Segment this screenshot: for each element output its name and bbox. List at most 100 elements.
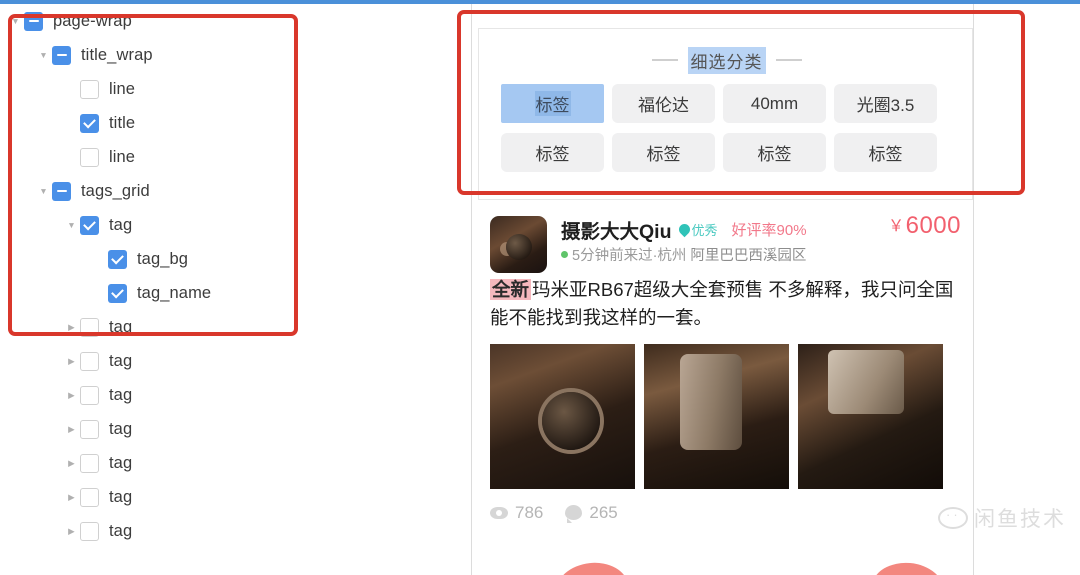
node-checkbox[interactable] [108, 249, 127, 269]
rating-text: 好评率90% [731, 221, 807, 239]
node-label: tags_grid [81, 181, 150, 200]
status-badge-label: 优秀 [691, 222, 718, 238]
tag-card: 细选分类 标签 福伦达 40mm 光圈3.5 标签 标签 标签 标签 [478, 28, 973, 200]
tag-chip[interactable]: 标签 [612, 133, 715, 172]
node-label: tag [109, 317, 133, 336]
watermark: 闲鱼技术 [938, 503, 1066, 533]
node-checkbox[interactable] [80, 419, 99, 439]
node-label: tag [109, 385, 133, 404]
node-label: line [109, 79, 136, 98]
tag-card-title: 细选分类 [687, 46, 766, 74]
chevron-down-icon[interactable] [62, 208, 80, 242]
activity-meta-row: 5分钟前来过·杭州 阿里巴巴西溪园区 [561, 244, 806, 265]
location-text: 阿里巴巴西溪园区 [690, 248, 807, 264]
tree-node-tag[interactable]: tag [0, 480, 470, 514]
photo-gallery[interactable] [478, 343, 973, 489]
tree-node-tag[interactable]: tag [0, 344, 470, 378]
chat-bubble-icon [938, 507, 968, 529]
chevron-right-icon[interactable] [62, 446, 80, 480]
chevron-right-icon[interactable] [62, 344, 80, 378]
chevron-down-icon[interactable] [6, 4, 24, 38]
node-checkbox[interactable] [80, 487, 99, 507]
post-text: 玛米亚RB67超级大全套预售 不多解释，我只问全国能不能找到我这样的一套。 [490, 279, 954, 328]
tree-node-tag[interactable]: tag [0, 378, 470, 412]
tag-chip[interactable]: 标签 [723, 133, 826, 172]
tree-node-title[interactable]: title [0, 106, 470, 140]
node-checkbox[interactable] [80, 113, 99, 133]
node-checkbox[interactable] [80, 215, 99, 235]
node-label: tag [109, 521, 133, 540]
node-checkbox[interactable] [52, 181, 71, 201]
panel-divider-left [471, 4, 472, 575]
post-text-block: 全新 玛米亚RB67超级大全套预售 不多解释，我只问全国能不能找到我这样的一套。 [478, 276, 973, 332]
twisty-placeholder [62, 140, 80, 174]
tag-chip[interactable]: 标签 [501, 84, 604, 123]
node-checkbox[interactable] [80, 521, 99, 541]
chevron-right-icon[interactable] [62, 480, 80, 514]
chevron-right-icon[interactable] [62, 310, 80, 344]
chevron-down-icon[interactable] [34, 174, 52, 208]
photo-thumbnail[interactable] [490, 343, 635, 489]
feed-item: 摄影大大Qiu 优秀 好评率90% ￥6000 5分钟前来过·杭州 阿里巴巴西溪… [478, 212, 973, 523]
title-dash-left [651, 59, 678, 61]
tree-node-tag[interactable]: tag [0, 446, 470, 480]
node-checkbox[interactable] [24, 11, 43, 31]
tree-node-tag[interactable]: tag [0, 208, 470, 242]
tree-node-tag[interactable]: tag [0, 514, 470, 548]
twisty-placeholder [62, 72, 80, 106]
twisty-placeholder [90, 242, 108, 276]
node-checkbox[interactable] [80, 79, 99, 99]
tree-node-tags_grid[interactable]: tags_grid [0, 174, 470, 208]
node-label: title_wrap [81, 45, 153, 64]
user-name[interactable]: 摄影大大Qiu [561, 215, 672, 244]
node-label: line [109, 147, 136, 166]
tree-node-page-wrap[interactable]: page-wrap [0, 4, 470, 38]
status-badge: 优秀 [676, 220, 718, 239]
layer-tree-list[interactable]: page-wrap title_wrapline title line tags_gri… [0, 4, 470, 548]
node-checkbox[interactable] [52, 45, 71, 65]
chevron-right-icon[interactable] [62, 378, 80, 412]
tree-node-tag[interactable]: tag [0, 310, 470, 344]
avatar[interactable] [490, 216, 547, 273]
stats-row: 786 265 [478, 503, 973, 523]
views-count: 786 [515, 502, 544, 522]
price-value: 6000 [905, 212, 961, 239]
tag-chip[interactable]: 标签 [834, 133, 937, 172]
photo-thumbnail[interactable] [798, 343, 943, 489]
tag-chip-label: 标签 [757, 145, 792, 164]
tag-grid[interactable]: 标签 福伦达 40mm 光圈3.5 标签 标签 标签 标签 [501, 84, 953, 172]
node-checkbox[interactable] [108, 283, 127, 303]
tree-node-line[interactable]: line [0, 140, 470, 174]
tree-node-tag_bg[interactable]: tag_bg [0, 242, 470, 276]
tag-chip[interactable]: 福伦达 [612, 84, 715, 123]
tree-node-tag[interactable]: tag [0, 412, 470, 446]
tag-chip-label: 40mm [750, 93, 799, 113]
tag-card-title-row: 细选分类 [479, 45, 974, 75]
node-checkbox[interactable] [80, 453, 99, 473]
node-label: tag [109, 453, 133, 472]
feed-item-header: 摄影大大Qiu 优秀 好评率90% ￥6000 5分钟前来过·杭州 阿里巴巴西溪… [478, 212, 973, 274]
node-checkbox[interactable] [80, 147, 99, 167]
tag-chip[interactable]: 光圈3.5 [834, 84, 937, 123]
chevron-right-icon[interactable] [62, 514, 80, 548]
online-dot-icon [561, 251, 568, 258]
photo-thumbnail[interactable] [644, 343, 789, 489]
comments-stat[interactable]: 265 [565, 503, 618, 523]
activity-text: 5分钟前来过·杭州 [572, 248, 687, 264]
tree-node-title_wrap[interactable]: title_wrap [0, 38, 470, 72]
node-checkbox[interactable] [80, 351, 99, 371]
preview-panel: 细选分类 标签 福伦达 40mm 光圈3.5 标签 标签 标签 标签 摄影大大Qiu 优秀 好… [471, 4, 1080, 575]
tag-chip[interactable]: 标签 [501, 133, 604, 172]
tag-chip[interactable]: 40mm [723, 84, 826, 123]
node-label: tag_name [137, 283, 212, 302]
title-dash-right [775, 59, 802, 61]
currency-symbol: ￥ [888, 218, 905, 235]
chevron-right-icon[interactable] [62, 412, 80, 446]
node-checkbox[interactable] [80, 385, 99, 405]
tree-node-tag_name[interactable]: tag_name [0, 276, 470, 310]
layer-tree-panel: page-wrap title_wrapline title line tags_gri… [0, 4, 470, 575]
tag-chip-label: 标签 [534, 91, 571, 116]
node-checkbox[interactable] [80, 317, 99, 337]
chevron-down-icon[interactable] [34, 38, 52, 72]
tree-node-line[interactable]: line [0, 72, 470, 106]
